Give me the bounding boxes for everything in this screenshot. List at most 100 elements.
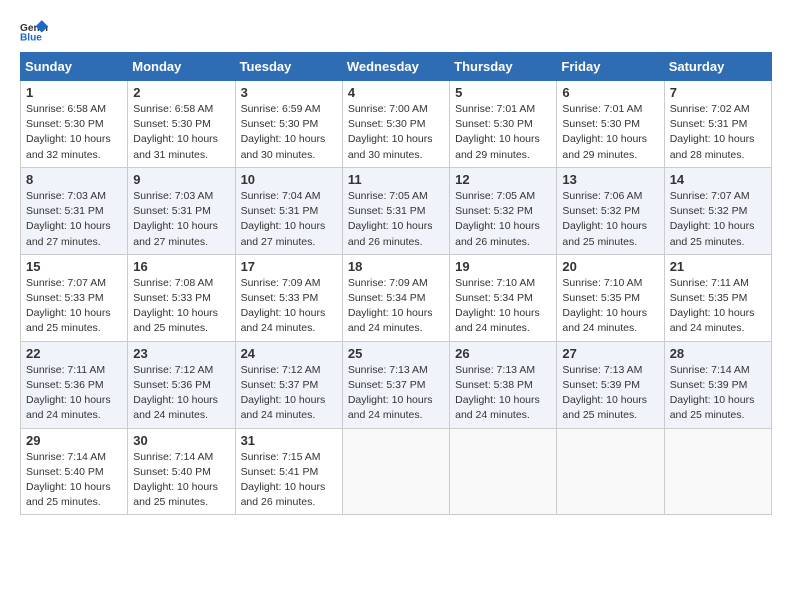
day-info: Sunrise: 7:03 AMSunset: 5:31 PMDaylight:…: [133, 189, 229, 250]
day-info: Sunrise: 7:02 AMSunset: 5:31 PMDaylight:…: [670, 102, 766, 163]
day-info: Sunrise: 7:03 AMSunset: 5:31 PMDaylight:…: [26, 189, 122, 250]
calendar-cell: 20 Sunrise: 7:10 AMSunset: 5:35 PMDayligh…: [557, 254, 664, 341]
day-number: 2: [133, 85, 229, 100]
day-info: Sunrise: 7:08 AMSunset: 5:33 PMDaylight:…: [133, 276, 229, 337]
calendar-week-2: 8 Sunrise: 7:03 AMSunset: 5:31 PMDaylight…: [21, 167, 772, 254]
weekday-header-row: SundayMondayTuesdayWednesdayThursdayFrid…: [21, 53, 772, 81]
calendar-week-1: 1 Sunrise: 6:58 AMSunset: 5:30 PMDaylight…: [21, 81, 772, 168]
calendar-week-4: 22 Sunrise: 7:11 AMSunset: 5:36 PMDayligh…: [21, 341, 772, 428]
calendar-cell: 4 Sunrise: 7:00 AMSunset: 5:30 PMDaylight…: [342, 81, 449, 168]
calendar-cell: 24 Sunrise: 7:12 AMSunset: 5:37 PMDayligh…: [235, 341, 342, 428]
day-number: 29: [26, 433, 122, 448]
day-number: 20: [562, 259, 658, 274]
calendar-cell: 11 Sunrise: 7:05 AMSunset: 5:31 PMDayligh…: [342, 167, 449, 254]
day-info: Sunrise: 7:01 AMSunset: 5:30 PMDaylight:…: [455, 102, 551, 163]
day-info: Sunrise: 7:01 AMSunset: 5:30 PMDaylight:…: [562, 102, 658, 163]
day-number: 4: [348, 85, 444, 100]
calendar-cell: 13 Sunrise: 7:06 AMSunset: 5:32 PMDayligh…: [557, 167, 664, 254]
weekday-header-saturday: Saturday: [664, 53, 771, 81]
day-info: Sunrise: 7:06 AMSunset: 5:32 PMDaylight:…: [562, 189, 658, 250]
calendar-cell: 21 Sunrise: 7:11 AMSunset: 5:35 PMDayligh…: [664, 254, 771, 341]
weekday-header-wednesday: Wednesday: [342, 53, 449, 81]
day-number: 10: [241, 172, 337, 187]
day-info: Sunrise: 7:10 AMSunset: 5:35 PMDaylight:…: [562, 276, 658, 337]
day-number: 14: [670, 172, 766, 187]
calendar-cell: 3 Sunrise: 6:59 AMSunset: 5:30 PMDaylight…: [235, 81, 342, 168]
calendar-cell: 7Sunrise: 7:02 AMSunset: 5:31 PMDaylight…: [664, 81, 771, 168]
calendar-cell: 6 Sunrise: 7:01 AMSunset: 5:30 PMDaylight…: [557, 81, 664, 168]
day-number: 5: [455, 85, 551, 100]
calendar-cell: 14 Sunrise: 7:07 AMSunset: 5:32 PMDayligh…: [664, 167, 771, 254]
day-number: 28: [670, 346, 766, 361]
day-info: Sunrise: 7:11 AMSunset: 5:35 PMDaylight:…: [670, 276, 766, 337]
calendar-cell: 10 Sunrise: 7:04 AMSunset: 5:31 PMDayligh…: [235, 167, 342, 254]
day-number: 31: [241, 433, 337, 448]
day-info: Sunrise: 7:05 AMSunset: 5:32 PMDaylight:…: [455, 189, 551, 250]
day-info: Sunrise: 7:00 AMSunset: 5:30 PMDaylight:…: [348, 102, 444, 163]
day-number: 23: [133, 346, 229, 361]
day-info: Sunrise: 7:09 AMSunset: 5:34 PMDaylight:…: [348, 276, 444, 337]
calendar-cell: 5 Sunrise: 7:01 AMSunset: 5:30 PMDaylight…: [450, 81, 557, 168]
day-number: 15: [26, 259, 122, 274]
calendar-cell: 8 Sunrise: 7:03 AMSunset: 5:31 PMDaylight…: [21, 167, 128, 254]
calendar-cell: 1 Sunrise: 6:58 AMSunset: 5:30 PMDaylight…: [21, 81, 128, 168]
calendar-cell: 17Sunrise: 7:09 AMSunset: 5:33 PMDayligh…: [235, 254, 342, 341]
day-info: Sunrise: 7:07 AMSunset: 5:32 PMDaylight:…: [670, 189, 766, 250]
day-info: Sunrise: 6:59 AMSunset: 5:30 PMDaylight:…: [241, 102, 337, 163]
weekday-header-monday: Monday: [128, 53, 235, 81]
day-info: Sunrise: 7:07 AMSunset: 5:33 PMDaylight:…: [26, 276, 122, 337]
day-number: 19: [455, 259, 551, 274]
day-info: Sunrise: 7:15 AMSunset: 5:41 PMDaylight:…: [241, 450, 337, 511]
day-number: 13: [562, 172, 658, 187]
weekday-header-tuesday: Tuesday: [235, 53, 342, 81]
calendar-cell: 28 Sunrise: 7:14 AMSunset: 5:39 PMDayligh…: [664, 341, 771, 428]
day-number: 3: [241, 85, 337, 100]
calendar-cell: [557, 428, 664, 515]
calendar-cell: 26 Sunrise: 7:13 AMSunset: 5:38 PMDayligh…: [450, 341, 557, 428]
calendar-cell: 29 Sunrise: 7:14 AMSunset: 5:40 PMDayligh…: [21, 428, 128, 515]
weekday-header-sunday: Sunday: [21, 53, 128, 81]
calendar-cell: 23 Sunrise: 7:12 AMSunset: 5:36 PMDayligh…: [128, 341, 235, 428]
day-number: 8: [26, 172, 122, 187]
calendar-cell: 27Sunrise: 7:13 AMSunset: 5:39 PMDayligh…: [557, 341, 664, 428]
calendar-week-3: 15 Sunrise: 7:07 AMSunset: 5:33 PMDayligh…: [21, 254, 772, 341]
day-info: Sunrise: 7:14 AMSunset: 5:39 PMDaylight:…: [670, 363, 766, 424]
header: General Blue: [20, 20, 772, 42]
day-info: Sunrise: 6:58 AMSunset: 5:30 PMDaylight:…: [133, 102, 229, 163]
day-info: Sunrise: 7:12 AMSunset: 5:37 PMDaylight:…: [241, 363, 337, 424]
calendar-cell: 31 Sunrise: 7:15 AMSunset: 5:41 PMDayligh…: [235, 428, 342, 515]
day-number: 18: [348, 259, 444, 274]
calendar-cell: 25Sunrise: 7:13 AMSunset: 5:37 PMDayligh…: [342, 341, 449, 428]
day-number: 26: [455, 346, 551, 361]
calendar-cell: 22 Sunrise: 7:11 AMSunset: 5:36 PMDayligh…: [21, 341, 128, 428]
calendar-cell: 18 Sunrise: 7:09 AMSunset: 5:34 PMDayligh…: [342, 254, 449, 341]
day-number: 12: [455, 172, 551, 187]
day-info: Sunrise: 7:13 AMSunset: 5:38 PMDaylight:…: [455, 363, 551, 424]
calendar-cell: 30Sunrise: 7:14 AMSunset: 5:40 PMDayligh…: [128, 428, 235, 515]
calendar-cell: 9Sunrise: 7:03 AMSunset: 5:31 PMDaylight…: [128, 167, 235, 254]
calendar-cell: [342, 428, 449, 515]
logo: General Blue: [20, 20, 52, 42]
calendar-cell: [450, 428, 557, 515]
day-number: 24: [241, 346, 337, 361]
day-number: 21: [670, 259, 766, 274]
day-info: Sunrise: 7:14 AMSunset: 5:40 PMDaylight:…: [26, 450, 122, 511]
day-number: 11: [348, 172, 444, 187]
logo-icon: General Blue: [20, 20, 48, 42]
svg-text:Blue: Blue: [20, 32, 42, 42]
weekday-header-thursday: Thursday: [450, 53, 557, 81]
weekday-header-friday: Friday: [557, 53, 664, 81]
day-number: 6: [562, 85, 658, 100]
day-info: Sunrise: 7:12 AMSunset: 5:36 PMDaylight:…: [133, 363, 229, 424]
day-number: 16: [133, 259, 229, 274]
day-info: Sunrise: 7:10 AMSunset: 5:34 PMDaylight:…: [455, 276, 551, 337]
day-info: Sunrise: 7:11 AMSunset: 5:36 PMDaylight:…: [26, 363, 122, 424]
day-info: Sunrise: 7:04 AMSunset: 5:31 PMDaylight:…: [241, 189, 337, 250]
day-info: Sunrise: 7:05 AMSunset: 5:31 PMDaylight:…: [348, 189, 444, 250]
calendar-table: SundayMondayTuesdayWednesdayThursdayFrid…: [20, 52, 772, 515]
day-number: 1: [26, 85, 122, 100]
day-info: Sunrise: 7:13 AMSunset: 5:39 PMDaylight:…: [562, 363, 658, 424]
day-info: Sunrise: 6:58 AMSunset: 5:30 PMDaylight:…: [26, 102, 122, 163]
day-info: Sunrise: 7:14 AMSunset: 5:40 PMDaylight:…: [133, 450, 229, 511]
day-number: 22: [26, 346, 122, 361]
